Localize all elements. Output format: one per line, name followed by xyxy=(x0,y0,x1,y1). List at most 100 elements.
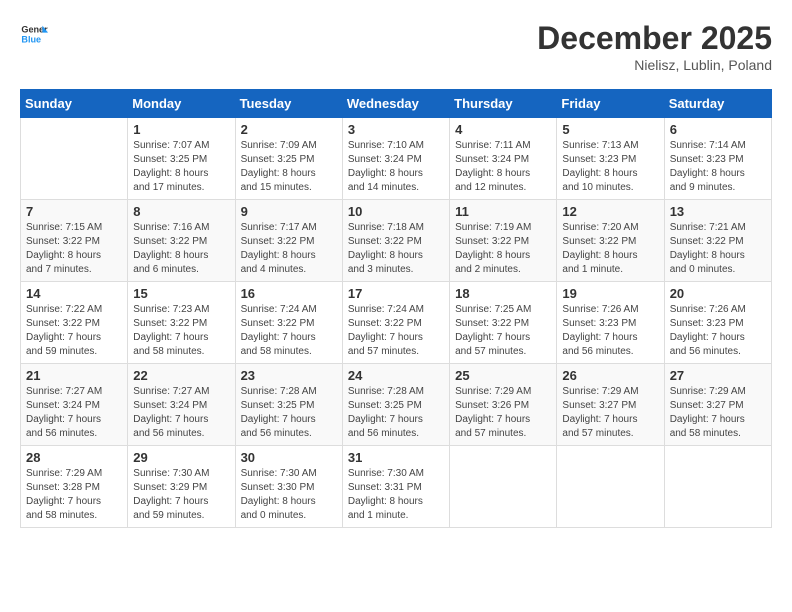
day-number: 18 xyxy=(455,286,551,301)
day-number: 26 xyxy=(562,368,658,383)
day-number: 25 xyxy=(455,368,551,383)
day-info: Sunrise: 7:29 AM Sunset: 3:27 PM Dayligh… xyxy=(562,385,658,441)
day-info: Sunrise: 7:11 AM Sunset: 3:24 PM Dayligh… xyxy=(455,139,551,195)
calendar-cell: 28 Sunrise: 7:29 AM Sunset: 3:28 PM Dayli… xyxy=(21,446,128,528)
day-info: Sunrise: 7:29 AM Sunset: 3:26 PM Dayligh… xyxy=(455,385,551,441)
calendar-cell: 19 Sunrise: 7:26 AM Sunset: 3:23 PM Dayli… xyxy=(557,282,664,364)
day-info: Sunrise: 7:29 AM Sunset: 3:27 PM Dayligh… xyxy=(670,385,766,441)
day-number: 11 xyxy=(455,204,551,219)
day-info: Sunrise: 7:27 AM Sunset: 3:24 PM Dayligh… xyxy=(26,385,122,441)
day-number: 31 xyxy=(348,450,444,465)
calendar-body: 1 Sunrise: 7:07 AM Sunset: 3:25 PM Daylig… xyxy=(21,118,772,528)
day-number: 23 xyxy=(241,368,337,383)
day-info: Sunrise: 7:30 AM Sunset: 3:30 PM Dayligh… xyxy=(241,467,337,523)
day-number: 17 xyxy=(348,286,444,301)
calendar-cell: 21 Sunrise: 7:27 AM Sunset: 3:24 PM Dayli… xyxy=(21,364,128,446)
day-info: Sunrise: 7:21 AM Sunset: 3:22 PM Dayligh… xyxy=(670,221,766,277)
calendar-cell xyxy=(557,446,664,528)
weekday-sunday: Sunday xyxy=(21,90,128,118)
calendar-cell: 6Sunrise: 7:14 AM Sunset: 3:23 PM Daylig… xyxy=(664,118,771,200)
day-number: 5 xyxy=(562,122,658,137)
weekday-tuesday: Tuesday xyxy=(235,90,342,118)
calendar-week-2: 7 Sunrise: 7:15 AM Sunset: 3:22 PM Daylig… xyxy=(21,200,772,282)
calendar-cell: 1 Sunrise: 7:07 AM Sunset: 3:25 PM Daylig… xyxy=(128,118,235,200)
page-header: General Blue December 2025 Nielisz, Lubl… xyxy=(20,20,772,73)
calendar-week-5: 28 Sunrise: 7:29 AM Sunset: 3:28 PM Dayli… xyxy=(21,446,772,528)
calendar-cell: 4 Sunrise: 7:11 AM Sunset: 3:24 PM Daylig… xyxy=(450,118,557,200)
day-number: 15 xyxy=(133,286,229,301)
calendar-cell: 20Sunrise: 7:26 AM Sunset: 3:23 PM Dayli… xyxy=(664,282,771,364)
calendar-cell xyxy=(664,446,771,528)
day-info: Sunrise: 7:28 AM Sunset: 3:25 PM Dayligh… xyxy=(348,385,444,441)
day-info: Sunrise: 7:25 AM Sunset: 3:22 PM Dayligh… xyxy=(455,303,551,359)
calendar-cell: 9 Sunrise: 7:17 AM Sunset: 3:22 PM Daylig… xyxy=(235,200,342,282)
day-info: Sunrise: 7:24 AM Sunset: 3:22 PM Dayligh… xyxy=(348,303,444,359)
day-number: 14 xyxy=(26,286,122,301)
weekday-header-row: SundayMondayTuesdayWednesdayThursdayFrid… xyxy=(21,90,772,118)
day-info: Sunrise: 7:30 AM Sunset: 3:31 PM Dayligh… xyxy=(348,467,444,523)
day-info: Sunrise: 7:29 AM Sunset: 3:28 PM Dayligh… xyxy=(26,467,122,523)
day-number: 10 xyxy=(348,204,444,219)
day-info: Sunrise: 7:27 AM Sunset: 3:24 PM Dayligh… xyxy=(133,385,229,441)
weekday-friday: Friday xyxy=(557,90,664,118)
calendar-cell: 14 Sunrise: 7:22 AM Sunset: 3:22 PM Dayli… xyxy=(21,282,128,364)
calendar-cell: 18 Sunrise: 7:25 AM Sunset: 3:22 PM Dayli… xyxy=(450,282,557,364)
calendar-cell: 15 Sunrise: 7:23 AM Sunset: 3:22 PM Dayli… xyxy=(128,282,235,364)
day-info: Sunrise: 7:15 AM Sunset: 3:22 PM Dayligh… xyxy=(26,221,122,277)
logo-icon: General Blue xyxy=(20,20,48,48)
calendar-cell: 16Sunrise: 7:24 AM Sunset: 3:22 PM Dayli… xyxy=(235,282,342,364)
weekday-monday: Monday xyxy=(128,90,235,118)
calendar-cell: 31 Sunrise: 7:30 AM Sunset: 3:31 PM Dayli… xyxy=(342,446,449,528)
day-info: Sunrise: 7:07 AM Sunset: 3:25 PM Dayligh… xyxy=(133,139,229,195)
day-info: Sunrise: 7:13 AM Sunset: 3:23 PM Dayligh… xyxy=(562,139,658,195)
day-info: Sunrise: 7:09 AM Sunset: 3:25 PM Dayligh… xyxy=(241,139,337,195)
calendar-cell: 23Sunrise: 7:28 AM Sunset: 3:25 PM Dayli… xyxy=(235,364,342,446)
day-info: Sunrise: 7:10 AM Sunset: 3:24 PM Dayligh… xyxy=(348,139,444,195)
calendar-table: SundayMondayTuesdayWednesdayThursdayFrid… xyxy=(20,89,772,528)
title-block: December 2025 Nielisz, Lublin, Poland xyxy=(537,20,772,73)
calendar-cell xyxy=(450,446,557,528)
day-number: 3 xyxy=(348,122,444,137)
calendar-cell: 13Sunrise: 7:21 AM Sunset: 3:22 PM Dayli… xyxy=(664,200,771,282)
calendar-cell: 5 Sunrise: 7:13 AM Sunset: 3:23 PM Daylig… xyxy=(557,118,664,200)
day-info: Sunrise: 7:23 AM Sunset: 3:22 PM Dayligh… xyxy=(133,303,229,359)
day-number: 28 xyxy=(26,450,122,465)
day-number: 4 xyxy=(455,122,551,137)
day-number: 22 xyxy=(133,368,229,383)
weekday-saturday: Saturday xyxy=(664,90,771,118)
day-info: Sunrise: 7:19 AM Sunset: 3:22 PM Dayligh… xyxy=(455,221,551,277)
day-number: 19 xyxy=(562,286,658,301)
day-info: Sunrise: 7:26 AM Sunset: 3:23 PM Dayligh… xyxy=(562,303,658,359)
calendar-cell: 30 Sunrise: 7:30 AM Sunset: 3:30 PM Dayli… xyxy=(235,446,342,528)
day-info: Sunrise: 7:22 AM Sunset: 3:22 PM Dayligh… xyxy=(26,303,122,359)
day-number: 16 xyxy=(241,286,337,301)
calendar-cell: 2Sunrise: 7:09 AM Sunset: 3:25 PM Daylig… xyxy=(235,118,342,200)
day-info: Sunrise: 7:30 AM Sunset: 3:29 PM Dayligh… xyxy=(133,467,229,523)
day-number: 12 xyxy=(562,204,658,219)
calendar-cell xyxy=(21,118,128,200)
calendar-cell: 3 Sunrise: 7:10 AM Sunset: 3:24 PM Daylig… xyxy=(342,118,449,200)
day-number: 9 xyxy=(241,204,337,219)
weekday-wednesday: Wednesday xyxy=(342,90,449,118)
calendar-cell: 25 Sunrise: 7:29 AM Sunset: 3:26 PM Dayli… xyxy=(450,364,557,446)
calendar-cell: 26 Sunrise: 7:29 AM Sunset: 3:27 PM Dayli… xyxy=(557,364,664,446)
svg-text:Blue: Blue xyxy=(21,34,41,44)
calendar-cell: 22 Sunrise: 7:27 AM Sunset: 3:24 PM Dayli… xyxy=(128,364,235,446)
calendar-cell: 10Sunrise: 7:18 AM Sunset: 3:22 PM Dayli… xyxy=(342,200,449,282)
calendar-cell: 12Sunrise: 7:20 AM Sunset: 3:22 PM Dayli… xyxy=(557,200,664,282)
day-number: 1 xyxy=(133,122,229,137)
day-number: 21 xyxy=(26,368,122,383)
day-number: 30 xyxy=(241,450,337,465)
day-number: 7 xyxy=(26,204,122,219)
calendar-cell: 17 Sunrise: 7:24 AM Sunset: 3:22 PM Dayli… xyxy=(342,282,449,364)
logo: General Blue xyxy=(20,20,48,48)
day-number: 24 xyxy=(348,368,444,383)
calendar-week-1: 1 Sunrise: 7:07 AM Sunset: 3:25 PM Daylig… xyxy=(21,118,772,200)
location: Nielisz, Lublin, Poland xyxy=(537,57,772,73)
day-number: 29 xyxy=(133,450,229,465)
day-number: 6 xyxy=(670,122,766,137)
day-info: Sunrise: 7:17 AM Sunset: 3:22 PM Dayligh… xyxy=(241,221,337,277)
calendar-week-4: 21 Sunrise: 7:27 AM Sunset: 3:24 PM Dayli… xyxy=(21,364,772,446)
month-title: December 2025 xyxy=(537,20,772,57)
weekday-thursday: Thursday xyxy=(450,90,557,118)
